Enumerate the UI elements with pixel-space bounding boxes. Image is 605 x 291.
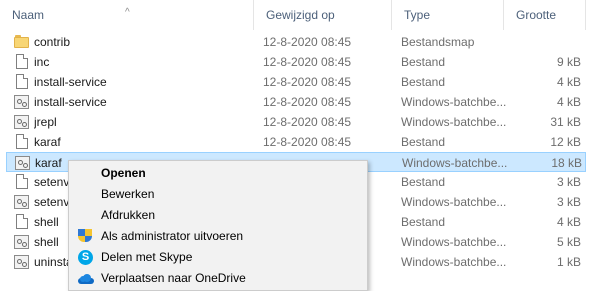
file-icon [14, 214, 30, 230]
column-size-label: Grootte [516, 8, 557, 22]
file-type: Windows-batchbe... [401, 235, 507, 249]
file-size: 1 kB [556, 255, 581, 269]
file-size: 18 kB [551, 156, 582, 170]
file-name: contrib [34, 35, 71, 49]
file-type: Windows-batchbe... [401, 195, 507, 209]
file-icon [14, 174, 30, 190]
context-menu-label: Als administrator uitvoeren [101, 229, 244, 243]
file-type: Bestand [401, 175, 446, 189]
column-header-type[interactable]: Type [392, 0, 504, 30]
column-name-label: Naam [12, 8, 45, 22]
file-type: Bestand [401, 75, 446, 89]
context-menu: Openen Bewerken Afdrukken Als administrator… [68, 160, 368, 291]
file-row[interactable]: contrib 12-8-2020 08:45 Bestandsmap [6, 32, 586, 52]
file-type: Windows-batchbe... [402, 156, 508, 170]
file-row[interactable]: install-service 12-8-2020 08:45 Bestand 4 k… [6, 72, 586, 92]
context-menu-item[interactable]: Als administrator uitvoeren [69, 226, 367, 247]
folder-icon [14, 34, 30, 50]
skype-icon: S [78, 250, 94, 266]
file-size: 9 kB [556, 55, 581, 69]
context-menu-label: Openen [101, 166, 146, 180]
file-type: Windows-batchbe... [401, 95, 507, 109]
context-menu-item[interactable]: Verplaatsen naar OneDrive [69, 268, 367, 289]
file-modified: 12-8-2020 08:45 [263, 35, 352, 49]
column-header-modified[interactable]: Gewijzigd op [254, 0, 392, 30]
batch-file-icon [14, 194, 30, 210]
uac-shield-icon [78, 229, 94, 245]
file-name: inc [34, 55, 50, 69]
context-menu-item[interactable]: Afdrukken [69, 205, 367, 226]
file-type: Windows-batchbe... [401, 115, 507, 129]
file-modified: 12-8-2020 08:45 [263, 135, 352, 149]
context-menu-label: Afdrukken [101, 208, 156, 222]
batch-file-icon [14, 114, 30, 130]
file-icon [14, 54, 30, 70]
file-size [511, 32, 581, 52]
context-menu-item[interactable]: S Delen met Skype [69, 247, 367, 268]
batch-file-icon [14, 254, 30, 270]
file-type: Bestandsmap [401, 35, 475, 49]
file-icon [14, 74, 30, 90]
file-row[interactable]: inc 12-8-2020 08:45 Bestand 9 kB [6, 52, 586, 72]
column-header-size[interactable]: Grootte [504, 0, 586, 30]
file-name: install-service [34, 75, 107, 89]
context-menu-item[interactable]: Bewerken [69, 184, 367, 205]
file-row[interactable]: karaf 12-8-2020 08:45 Bestand 12 kB [6, 132, 586, 152]
file-size: 4 kB [556, 215, 581, 229]
file-size: 3 kB [556, 175, 581, 189]
file-type: Bestand [401, 215, 446, 229]
file-modified: 12-8-2020 08:45 [263, 95, 352, 109]
column-modified-label: Gewijzigd op [266, 8, 335, 22]
column-type-label: Type [404, 8, 431, 22]
column-header-name[interactable]: Naam ^ [0, 0, 254, 30]
file-name: jrepl [34, 115, 57, 129]
file-name: karaf [34, 135, 61, 149]
file-size: 5 kB [556, 235, 581, 249]
context-menu-label: Delen met Skype [101, 250, 193, 264]
file-icon [14, 134, 30, 150]
file-type: Windows-batchbe... [401, 255, 507, 269]
file-type: Bestand [401, 55, 446, 69]
file-size: 12 kB [550, 135, 581, 149]
file-name: install-service [34, 95, 107, 109]
file-row[interactable]: install-service 12-8-2020 08:45 Windows-ba… [6, 92, 586, 112]
context-menu-item[interactable]: Openen [69, 163, 367, 184]
file-modified: 12-8-2020 08:45 [263, 115, 352, 129]
file-size: 31 kB [550, 115, 581, 129]
onedrive-icon [78, 271, 94, 287]
context-menu-label: Verplaatsen naar OneDrive [101, 271, 246, 285]
file-modified: 12-8-2020 08:45 [263, 75, 352, 89]
context-menu-label: Bewerken [101, 187, 155, 201]
batch-file-icon [14, 94, 30, 110]
batch-file-icon [15, 155, 31, 171]
file-size: 4 kB [556, 75, 581, 89]
file-type: Bestand [401, 135, 446, 149]
sort-ascending-icon: ^ [125, 7, 130, 18]
file-size: 3 kB [556, 195, 581, 209]
file-row[interactable]: jrepl 12-8-2020 08:45 Windows-batchbe... 31… [6, 112, 586, 132]
column-header: Naam ^ Gewijzigd op Type Grootte [0, 0, 605, 30]
batch-file-icon [14, 234, 30, 250]
file-modified: 12-8-2020 08:45 [263, 55, 352, 69]
file-size: 4 kB [556, 95, 581, 109]
